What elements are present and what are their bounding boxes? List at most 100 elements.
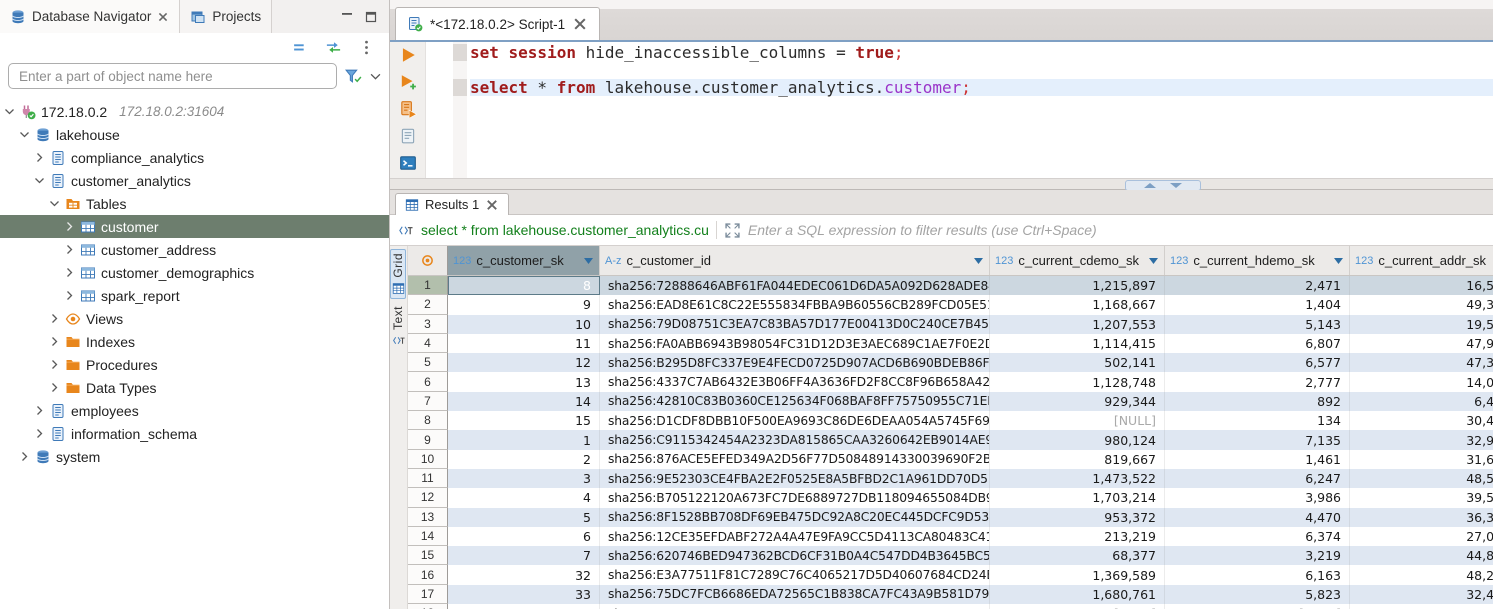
collapsed-chevron-icon[interactable] bbox=[49, 336, 60, 347]
execute-new-tab-icon[interactable] bbox=[399, 73, 417, 91]
cell-c_current_addr_sk[interactable]: 48,29 bbox=[1350, 565, 1493, 584]
cell-c_customer_sk[interactable]: 3 bbox=[448, 469, 600, 488]
cell-c_current_hdemo_sk[interactable]: 2,777 bbox=[1165, 372, 1350, 391]
column-header-c_current_cdemo_sk[interactable]: 123c_current_cdemo_sk bbox=[990, 246, 1165, 275]
cell-c_current_cdemo_sk[interactable]: 1,215,897 bbox=[990, 276, 1165, 295]
cell-c_customer_sk[interactable]: 8 bbox=[448, 276, 600, 295]
sql-line[interactable] bbox=[470, 61, 1493, 78]
cell-c_current_addr_sk[interactable]: 32,94 bbox=[1350, 430, 1493, 449]
cell-c_current_hdemo_sk[interactable]: [NULL] bbox=[1165, 604, 1350, 609]
column-header-c_current_addr_sk[interactable]: 123c_current_addr_sk bbox=[1350, 246, 1493, 275]
row-number[interactable]: 3 bbox=[408, 315, 448, 334]
cell-c_current_cdemo_sk[interactable]: 1,114,415 bbox=[990, 334, 1165, 353]
tab-database-navigator[interactable]: Database Navigator bbox=[0, 0, 179, 33]
cell-c_customer_id[interactable]: sha256:EAD8E61C8C22E555834FBBA9B60556CB2… bbox=[600, 295, 990, 314]
column-header-c_current_hdemo_sk[interactable]: 123c_current_hdemo_sk bbox=[1165, 246, 1350, 275]
cell-c_current_hdemo_sk[interactable]: 5,823 bbox=[1165, 585, 1350, 604]
tree-item-data-types[interactable]: Data Types bbox=[0, 376, 389, 399]
cell-c_current_hdemo_sk[interactable]: 134 bbox=[1165, 411, 1350, 430]
cell-c_current_cdemo_sk[interactable]: 929,344 bbox=[990, 392, 1165, 411]
cell-c_current_cdemo_sk[interactable]: 502,141 bbox=[990, 353, 1165, 372]
cell-c_customer_sk[interactable]: 33 bbox=[448, 585, 600, 604]
filter-icon[interactable] bbox=[344, 68, 363, 85]
cell-c_current_addr_sk[interactable]: 16,59 bbox=[1350, 276, 1493, 295]
grid-corner-button[interactable] bbox=[408, 246, 448, 275]
cell-c_customer_sk[interactable]: 6 bbox=[448, 527, 600, 546]
cell-c_current_hdemo_sk[interactable]: 6,374 bbox=[1165, 527, 1350, 546]
row-number[interactable]: 6 bbox=[408, 372, 448, 391]
cell-c_customer_id[interactable]: sha256:D1CDF8DBB10F500EA9693C86DE6DEAA05… bbox=[600, 411, 990, 430]
collapsed-chevron-icon[interactable] bbox=[64, 221, 75, 232]
tree-item-tables[interactable]: Tables bbox=[0, 192, 389, 215]
column-header-c_customer_id[interactable]: A-zc_customer_id bbox=[600, 246, 990, 275]
collapsed-chevron-icon[interactable] bbox=[64, 244, 75, 255]
collapse-down-icon[interactable] bbox=[1170, 183, 1182, 188]
row-number[interactable]: 17 bbox=[408, 585, 448, 604]
cell-c_customer_id[interactable]: sha256:620746BED947362BCD6CF31B0A4C547DD… bbox=[600, 546, 990, 565]
cell-c_current_addr_sk[interactable]: 14,00 bbox=[1350, 372, 1493, 391]
cell-c_customer_id[interactable]: sha256:B705122120A673FC7DE6889727DB11809… bbox=[600, 488, 990, 507]
tab-sql-script[interactable]: *<172.18.0.2> Script-1 bbox=[395, 7, 600, 40]
cell-c_customer_sk[interactable]: 9 bbox=[448, 295, 600, 314]
cell-c_customer_id[interactable]: sha256:C9115342454A2323DA815865CAA326064… bbox=[600, 430, 990, 449]
tree-item-customer-address[interactable]: customer_address bbox=[0, 238, 389, 261]
tree-item-spark-report[interactable]: spark_report bbox=[0, 284, 389, 307]
row-number[interactable]: 9 bbox=[408, 430, 448, 449]
cell-c_current_cdemo_sk[interactable]: 1,680,761 bbox=[990, 585, 1165, 604]
tab-projects[interactable]: Projects bbox=[179, 0, 272, 33]
cell-c_current_addr_sk[interactable]: 44,81 bbox=[1350, 546, 1493, 565]
column-dropdown-icon[interactable] bbox=[973, 257, 984, 265]
tree-item-customer-analytics[interactable]: customer_analytics bbox=[0, 169, 389, 192]
column-dropdown-icon[interactable] bbox=[1333, 257, 1344, 265]
expanded-chevron-icon[interactable] bbox=[19, 129, 30, 140]
row-number[interactable]: 12 bbox=[408, 488, 448, 507]
cell-c_customer_sk[interactable]: 11 bbox=[448, 334, 600, 353]
collapsed-chevron-icon[interactable] bbox=[64, 267, 75, 278]
cell-c_customer_id[interactable]: sha256:B295D8FC337E9E4FECD0725D907ACD6B6… bbox=[600, 353, 990, 372]
cell-c_current_hdemo_sk[interactable]: 6,577 bbox=[1165, 353, 1350, 372]
sql-code[interactable]: set session hide_inaccessible_columns = … bbox=[470, 44, 1493, 96]
cell-c_current_cdemo_sk[interactable]: 819,667 bbox=[990, 450, 1165, 469]
tree-item-lakehouse[interactable]: lakehouse bbox=[0, 123, 389, 146]
cell-c_customer_id[interactable]: sha256:E3A77511F81C7289C76C4065217D5D406… bbox=[600, 565, 990, 584]
cell-c_customer_sk[interactable]: 14 bbox=[448, 392, 600, 411]
collapsed-chevron-icon[interactable] bbox=[49, 313, 60, 324]
cell-c_current_hdemo_sk[interactable]: 6,163 bbox=[1165, 565, 1350, 584]
cell-c_customer_sk[interactable]: 15 bbox=[448, 411, 600, 430]
row-number[interactable]: 7 bbox=[408, 392, 448, 411]
cell-c_customer_id[interactable]: sha256:FA0ABB6943B98054FC31D12D3E3AEC689… bbox=[600, 334, 990, 353]
row-number[interactable]: 2 bbox=[408, 295, 448, 314]
tree-item-172-18-0-2[interactable]: 172.18.0.2172.18.0.2:31604 bbox=[0, 100, 389, 123]
cell-c_current_hdemo_sk[interactable]: 3,986 bbox=[1165, 488, 1350, 507]
row-number[interactable]: 4 bbox=[408, 334, 448, 353]
cell-c_current_cdemo_sk[interactable]: 68,377 bbox=[990, 546, 1165, 565]
expand-filter-icon[interactable] bbox=[724, 223, 741, 238]
cell-c_current_addr_sk[interactable]: 32,43 bbox=[1350, 585, 1493, 604]
cell-c_customer_id[interactable]: sha256:79D08751C3EA7C83BA57D177E00413D0C… bbox=[600, 315, 990, 334]
execute-script-icon[interactable] bbox=[399, 100, 417, 118]
tree-item-system[interactable]: system bbox=[0, 445, 389, 468]
cell-c_current_addr_sk[interactable]: 49,38 bbox=[1350, 295, 1493, 314]
cell-c_current_addr_sk[interactable]: 31,65 bbox=[1350, 450, 1493, 469]
cell-c_current_cdemo_sk[interactable]: 1,473,522 bbox=[990, 469, 1165, 488]
cell-c_current_hdemo_sk[interactable]: 3,219 bbox=[1165, 546, 1350, 565]
row-number[interactable]: 15 bbox=[408, 546, 448, 565]
cell-c_current_cdemo_sk[interactable]: 1,168,667 bbox=[990, 295, 1165, 314]
column-dropdown-icon[interactable] bbox=[583, 257, 594, 265]
row-number[interactable]: 5 bbox=[408, 353, 448, 372]
cell-c_customer_id[interactable]: sha256:ABEA16F7F1FCBDCA6F01CF1095D84F37C… bbox=[600, 604, 990, 609]
cell-c_current_hdemo_sk[interactable]: 4,470 bbox=[1165, 508, 1350, 527]
tree-item-information-schema[interactable]: information_schema bbox=[0, 422, 389, 445]
tree-item-customer[interactable]: customer bbox=[0, 215, 389, 238]
cell-c_current_hdemo_sk[interactable]: 6,807 bbox=[1165, 334, 1350, 353]
cell-c_customer_id[interactable]: sha256:75DC7FCB6686EDA72565C1B838CA7FC43… bbox=[600, 585, 990, 604]
minimize-icon[interactable] bbox=[341, 11, 353, 23]
object-search-input[interactable] bbox=[8, 63, 337, 89]
cell-c_current_addr_sk[interactable]: 39,55 bbox=[1350, 488, 1493, 507]
expanded-chevron-icon[interactable] bbox=[49, 198, 60, 209]
cell-c_customer_id[interactable]: sha256:876ACE5EFED349A2D56F77D5084891433… bbox=[600, 450, 990, 469]
cell-c_current_cdemo_sk[interactable]: 1,207,553 bbox=[990, 315, 1165, 334]
cell-c_current_cdemo_sk[interactable]: [NULL] bbox=[990, 411, 1165, 430]
collapse-up-icon[interactable] bbox=[1144, 183, 1156, 188]
collapsed-chevron-icon[interactable] bbox=[49, 382, 60, 393]
